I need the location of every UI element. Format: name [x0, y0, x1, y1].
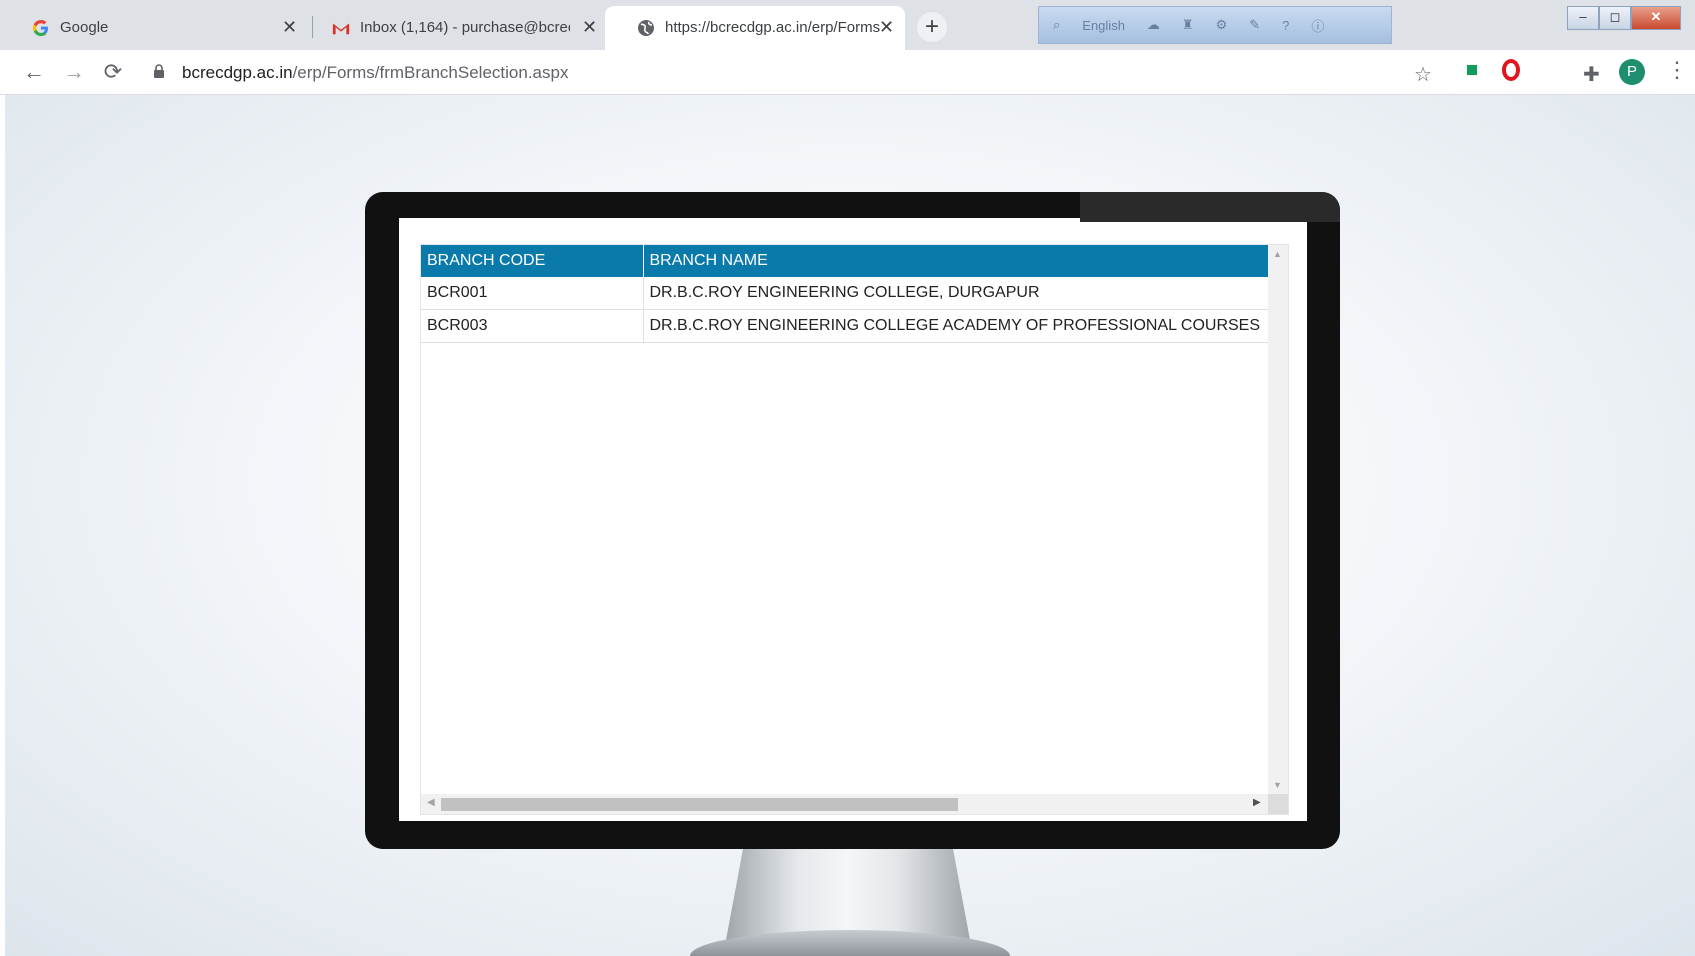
pen-icon[interactable]: ✎	[1249, 17, 1260, 33]
tool-icon[interactable]: ♜	[1182, 17, 1194, 33]
table-row[interactable]: BCR001 DR.B.C.ROY ENGINEERING COLLEGE, D…	[421, 277, 1269, 310]
close-icon[interactable]: ✕	[282, 17, 297, 38]
tab-erp[interactable]: https://bcrecdgp.ac.in/erp/Forms ✕	[605, 6, 905, 50]
cloud-icon[interactable]: ☁	[1147, 17, 1160, 33]
globe-icon	[638, 20, 654, 36]
language-label[interactable]: English	[1082, 18, 1125, 33]
close-icon[interactable]: ✕	[879, 17, 894, 38]
browser-toolbar: ← → ⟳ bcrecdgp.ac.in/erp/Forms/frmBranch…	[0, 50, 1695, 95]
scroll-down-arrow-icon[interactable]: ▼	[1273, 780, 1282, 790]
tab-strip: Google ✕ Inbox (1,164) - purchase@bcrec.…	[0, 0, 1695, 50]
profile-avatar[interactable]: P	[1619, 59, 1645, 85]
info-icon[interactable]: ⓘ	[1311, 16, 1324, 35]
url-text[interactable]: bcrecdgp.ac.in/erp/Forms/frmBranchSelect…	[182, 63, 568, 83]
scroll-left-arrow-icon[interactable]: ◀	[427, 797, 435, 808]
branch-grid: BRANCH CODE BRANCH NAME BCR001 DR.B.C.RO…	[420, 244, 1289, 815]
lock-icon[interactable]	[154, 64, 164, 78]
url-host: bcrecdgp.ac.in	[182, 63, 293, 82]
browser-menu-icon[interactable]: ⋮	[1666, 57, 1688, 83]
language-bar: ⌕ English ☁ ♜ ⚙ ✎ ? ⓘ	[1038, 6, 1392, 44]
opera-extension-icon[interactable]	[1502, 59, 1520, 81]
monitor-screen: BRANCH CODE BRANCH NAME BCR001 DR.B.C.RO…	[399, 218, 1307, 821]
table-row[interactable]: BCR003 DR.B.C.ROY ENGINEERING COLLEGE AC…	[421, 309, 1269, 343]
horizontal-scroll-thumb[interactable]	[441, 798, 958, 811]
monitor-frame: BRANCH CODE BRANCH NAME BCR001 DR.B.C.RO…	[365, 192, 1340, 849]
settings-icon[interactable]: ⚙	[1216, 17, 1228, 33]
back-button[interactable]: ←	[20, 58, 48, 86]
help-icon[interactable]: ?	[1282, 18, 1289, 33]
branch-table: BRANCH CODE BRANCH NAME BCR001 DR.B.C.RO…	[421, 245, 1269, 343]
close-icon[interactable]: ✕	[582, 17, 597, 38]
scroll-up-arrow-icon[interactable]: ▲	[1273, 249, 1282, 259]
tab-gmail[interactable]: Inbox (1,164) - purchase@bcrec.a ✕	[300, 6, 600, 50]
column-header-branch-name[interactable]: BRANCH NAME	[643, 245, 1269, 277]
branch-code-cell[interactable]: BCR001	[421, 277, 644, 310]
new-tab-button[interactable]: +	[917, 12, 947, 42]
vertical-scrollbar[interactable]: ▲ ▼	[1268, 245, 1288, 794]
window-close-button[interactable]: ✕	[1631, 6, 1681, 30]
address-bar[interactable]: bcrecdgp.ac.in/erp/Forms/frmBranchSelect…	[142, 55, 1442, 89]
google-g-icon	[33, 20, 48, 36]
extensions-puzzle-icon[interactable]: ✚	[1583, 62, 1600, 87]
table-header-row: BRANCH CODE BRANCH NAME	[421, 245, 1269, 277]
horizontal-scrollbar[interactable]: ◀ ▶	[421, 794, 1288, 814]
branch-code-cell[interactable]: BCR003	[421, 309, 644, 343]
column-header-branch-code[interactable]: BRANCH CODE	[421, 245, 644, 277]
scrollbar-corner	[1268, 794, 1288, 814]
page-viewport: BRANCH CODE BRANCH NAME BCR001 DR.B.C.RO…	[5, 95, 1695, 956]
restore-button[interactable]: ◻	[1599, 6, 1631, 30]
branch-name-cell[interactable]: DR.B.C.ROY ENGINEERING COLLEGE ACADEMY O…	[643, 309, 1269, 343]
bookmark-star-icon[interactable]: ☆	[1414, 62, 1432, 87]
language-bar-icon[interactable]: ⌕	[1053, 17, 1060, 33]
gmail-icon	[332, 23, 350, 35]
tab-google-title: Google	[60, 19, 109, 36]
extension-green-icon[interactable]	[1467, 65, 1477, 75]
window-controls: – ◻ ✕	[1567, 6, 1681, 30]
tab-gmail-title: Inbox (1,164) - purchase@bcrec.a	[360, 19, 570, 36]
forward-button[interactable]: →	[60, 58, 88, 86]
tab-google[interactable]: Google ✕	[0, 6, 310, 50]
reload-button[interactable]: ⟳	[99, 58, 127, 86]
minimize-button[interactable]: –	[1567, 6, 1599, 30]
branch-name-cell[interactable]: DR.B.C.ROY ENGINEERING COLLEGE, DURGAPUR	[643, 277, 1269, 310]
url-path: /erp/Forms/frmBranchSelection.aspx	[292, 63, 569, 82]
tab-erp-title: https://bcrecdgp.ac.in/erp/Forms	[665, 19, 880, 36]
scroll-right-arrow-icon[interactable]: ▶	[1253, 797, 1261, 808]
